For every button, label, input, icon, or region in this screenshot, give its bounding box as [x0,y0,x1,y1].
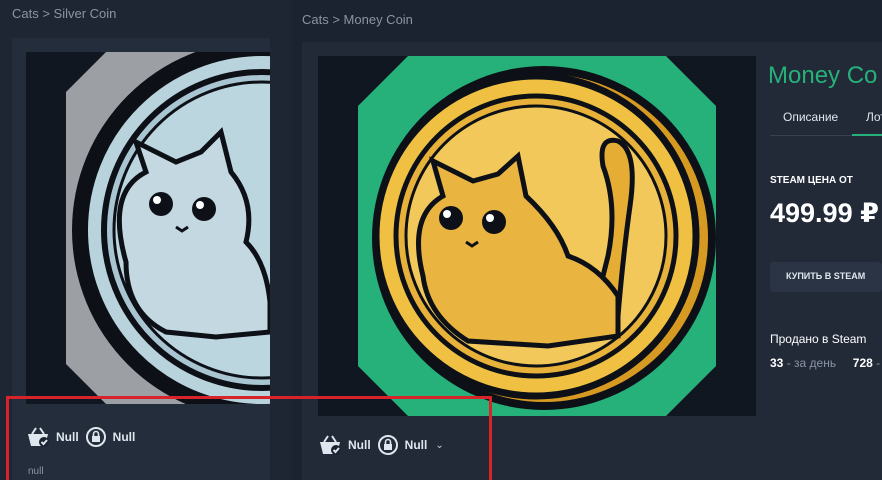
highlight-box [6,396,492,480]
money-coin-art [372,66,716,410]
sold-other-label: - [876,356,881,370]
tab-description[interactable]: Описание [783,110,838,124]
tab-lot[interactable]: Лот [866,110,882,124]
steam-price-label: STEAM ЦЕНА ОТ [770,175,853,186]
sold-stats: 33 - за день 728 - [770,356,880,370]
silver-coin-image [26,52,270,404]
sold-other-value: 728 [852,356,873,370]
money-coin-image [318,56,756,416]
buy-in-steam-button[interactable]: КУПИТЬ В STEAM [770,262,882,292]
breadcrumb-left[interactable]: Cats > Silver Coin [12,6,116,21]
sold-in-steam-label: Продано в Steam [770,332,867,346]
item-title: Money Co [768,62,878,89]
breadcrumb-right[interactable]: Cats > Money Coin [302,12,413,27]
sold-day-value: 33 [770,356,784,370]
sold-day-label: - за день [786,356,837,370]
silver-coin-art [72,52,270,404]
detail-tabs: Описание Лот [770,102,882,136]
steam-price: 499.99 ₽ [770,198,879,228]
active-tab-indicator [852,134,882,136]
